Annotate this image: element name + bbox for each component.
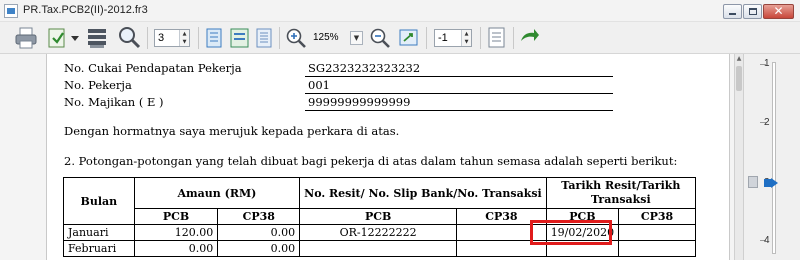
- print-setup-icon[interactable]: [86, 27, 108, 49]
- cell-amount-cp38: 0.00: [217, 224, 301, 241]
- single-page-icon[interactable]: [205, 28, 223, 48]
- cell-amount-pcb: 120.00: [133, 224, 219, 241]
- field-label: No. Pekerja: [64, 78, 132, 92]
- toolbar-separator: [147, 27, 148, 49]
- page-number[interactable]: 4: [764, 235, 770, 246]
- zoom-dropdown-button[interactable]: ▼: [350, 31, 363, 45]
- reply-icon[interactable]: [518, 27, 540, 49]
- page-number[interactable]: 2: [764, 117, 770, 128]
- column-subheader: CP38: [618, 208, 696, 225]
- multi-page-icon[interactable]: [255, 28, 273, 48]
- zoom-in-icon[interactable]: [285, 27, 307, 49]
- window-title: PR.Tax.PCB2(II)-2012.fr3: [23, 4, 148, 16]
- deduction-table: Bulan Amaun (RM) No. Resit/ No. Slip Ban…: [63, 177, 697, 257]
- toolbar-separator: [513, 27, 514, 49]
- scroll-up-icon[interactable]: ▲: [735, 54, 743, 64]
- toolbar-separator: [198, 27, 199, 49]
- maximize-icon: [749, 8, 757, 15]
- page-offset-spinner[interactable]: -1 ▲ ▼: [434, 29, 472, 47]
- edit-icon[interactable]: [487, 27, 507, 49]
- scrollbar-thumb[interactable]: [736, 66, 742, 91]
- page-slider-track[interactable]: [772, 62, 776, 254]
- cell-amount-cp38: 0.00: [217, 240, 301, 257]
- zoom-out-icon[interactable]: [369, 27, 391, 49]
- cell-receipt-pcb: [299, 240, 458, 257]
- title-bar: PR.Tax.PCB2(II)-2012.fr3 ✕: [0, 0, 800, 22]
- copies-spinner[interactable]: 3 ▲ ▼: [154, 29, 190, 47]
- column-header: Amaun (RM): [133, 177, 301, 209]
- column-subheader: PCB: [133, 208, 219, 225]
- cell-month: Januari: [63, 224, 135, 241]
- minimize-icon: [729, 13, 736, 15]
- toolbar-separator: [480, 27, 481, 49]
- chevron-down-icon[interactable]: [71, 36, 79, 42]
- print-icon[interactable]: [14, 27, 38, 49]
- close-button[interactable]: ✕: [763, 4, 794, 19]
- two-page-icon[interactable]: [230, 28, 250, 48]
- field-value: 99999999999999: [308, 95, 411, 109]
- field-underline: [305, 76, 613, 77]
- field-value: 001: [308, 78, 330, 92]
- find-icon[interactable]: [117, 26, 141, 50]
- document-viewport[interactable]: No. Cukai Pendapatan Pekerja SG232323232…: [0, 54, 743, 260]
- minimize-button[interactable]: [723, 4, 742, 19]
- highlight-box: [530, 220, 612, 245]
- column-subheader: PCB: [299, 208, 458, 225]
- spinner-arrows-icon[interactable]: ▲ ▼: [461, 30, 471, 46]
- cell-receipt-pcb: OR-12222222: [299, 224, 458, 241]
- paragraph: 2. Potongan-potongan yang telah dibuat b…: [64, 154, 678, 168]
- toolbar-separator: [426, 27, 427, 49]
- column-subheader: CP38: [217, 208, 301, 225]
- copies-value: 3: [158, 32, 165, 44]
- fit-page-icon[interactable]: [399, 28, 419, 48]
- column-header: Bulan: [63, 177, 135, 225]
- zoom-level: 125%: [313, 32, 339, 43]
- field-underline: [305, 93, 613, 94]
- maximize-button[interactable]: [743, 4, 762, 19]
- cell-date-cp38: [618, 240, 696, 257]
- field-underline: [305, 110, 613, 111]
- cell-amount-pcb: 0.00: [133, 240, 219, 257]
- close-icon: ✕: [773, 4, 784, 18]
- toolbar-separator: [279, 27, 280, 49]
- cell-date-cp38: [618, 224, 696, 241]
- spinner-arrows-icon[interactable]: ▲ ▼: [179, 30, 189, 46]
- page-number[interactable]: 1: [764, 58, 770, 69]
- report-page: No. Cukai Pendapatan Pekerja SG232323232…: [46, 54, 730, 260]
- paragraph: Dengan hormatnya saya merujuk kepada per…: [64, 124, 400, 138]
- app-icon: [4, 4, 18, 18]
- page-thumb[interactable]: [748, 176, 758, 188]
- toolbar: 3 ▲ ▼ 125% ▼ -1 ▲ ▼: [0, 22, 800, 54]
- page-offset-value: -1: [438, 32, 448, 44]
- column-header: No. Resit/ No. Slip Bank/No. Transaksi: [299, 177, 547, 209]
- vertical-scrollbar[interactable]: ▲: [734, 54, 743, 260]
- table-header-row: Bulan Amaun (RM) No. Resit/ No. Slip Ban…: [63, 177, 697, 225]
- pointer-arrow-icon: [771, 178, 778, 188]
- field-label: No. Majikan ( E ): [64, 95, 164, 109]
- field-label: No. Cukai Pendapatan Pekerja: [64, 61, 242, 75]
- field-value: SG2323232323232: [308, 61, 421, 75]
- export-icon[interactable]: [46, 27, 68, 49]
- column-header: Tarikh Resit/Tarikh Transaksi: [545, 177, 697, 209]
- page-navigator[interactable]: 1 2 3 4: [743, 54, 800, 260]
- cell-month: Februari: [63, 240, 135, 257]
- chevron-down-icon: ▼: [353, 34, 360, 42]
